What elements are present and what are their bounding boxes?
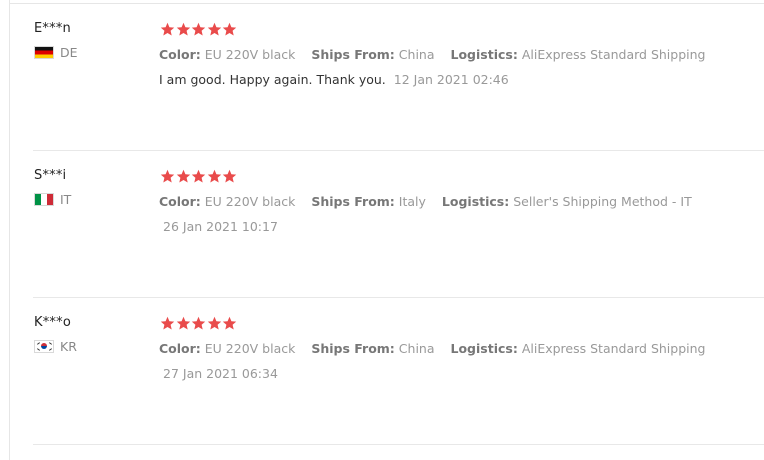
review-text: I am good. Happy again. Thank you. [159, 72, 386, 87]
color-value: EU 220V black [204, 341, 296, 356]
country-code: KR [60, 338, 77, 354]
star-icon [222, 169, 237, 184]
star-rating [160, 316, 238, 331]
review-content: 26 Jan 2021 10:17 [155, 219, 278, 234]
color-label: Color: [159, 341, 201, 356]
color-label: Color: [159, 194, 201, 209]
star-icon [207, 316, 222, 331]
reviewer-name: E***n [34, 21, 71, 36]
review-content: 27 Jan 2021 06:34 [155, 366, 278, 381]
ships-from-value: China [398, 47, 435, 62]
review-attributes: Color: EU 220V black Ships From: China L… [159, 341, 717, 356]
star-icon [176, 316, 191, 331]
country-code: IT [60, 191, 72, 207]
color-label: Color: [159, 47, 201, 62]
logistics-value: AliExpress Standard Shipping [521, 47, 706, 62]
logistics-label: Logistics: [441, 194, 510, 209]
reviewer-country: IT [34, 191, 72, 207]
review-date: 27 Jan 2021 06:34 [163, 366, 278, 381]
color-value: EU 220V black [204, 47, 296, 62]
logistics-value: Seller's Shipping Method - IT [513, 194, 692, 209]
star-icon [176, 22, 191, 37]
review-item: E***n DE Color: EU 220V black Ships From… [0, 4, 764, 151]
star-icon [207, 169, 222, 184]
color-value: EU 220V black [204, 194, 296, 209]
star-icon [191, 169, 206, 184]
review-content: I am good. Happy again. Thank you. 12 Jan… [159, 72, 509, 87]
star-rating [160, 169, 238, 184]
star-icon [160, 169, 175, 184]
reviewer-name: S***i [34, 168, 67, 183]
review-item: K***o KR Color: EU 220V black Ships From… [0, 298, 764, 445]
review-divider [33, 444, 764, 445]
flag-kr-icon [34, 339, 54, 353]
star-icon [222, 22, 237, 37]
star-icon [160, 316, 175, 331]
ships-from-label: Ships From: [311, 341, 395, 356]
flag-it-icon [34, 192, 54, 206]
ships-from-value: China [398, 341, 435, 356]
ships-from-label: Ships From: [311, 194, 395, 209]
country-code: DE [60, 44, 78, 60]
star-icon [160, 22, 175, 37]
reviewer-country: KR [34, 338, 77, 354]
reviewer-name: K***o [34, 315, 71, 330]
flag-de-icon [34, 45, 54, 59]
logistics-label: Logistics: [450, 47, 518, 62]
star-rating [160, 22, 238, 37]
star-icon [191, 22, 206, 37]
review-date: 26 Jan 2021 10:17 [163, 219, 278, 234]
star-icon [222, 316, 237, 331]
ships-from-value: Italy [398, 194, 426, 209]
star-icon [176, 169, 191, 184]
review-attributes: Color: EU 220V black Ships From: China L… [159, 47, 717, 62]
logistics-value: AliExpress Standard Shipping [521, 341, 706, 356]
review-item: S***i IT Color: EU 220V black Ships From… [0, 151, 764, 298]
reviewer-country: DE [34, 44, 78, 60]
star-icon [207, 22, 222, 37]
logistics-label: Logistics: [450, 341, 518, 356]
review-date: 12 Jan 2021 02:46 [393, 72, 509, 87]
star-icon [191, 316, 206, 331]
review-attributes: Color: EU 220V black Ships From: Italy L… [159, 194, 704, 209]
ships-from-label: Ships From: [311, 47, 395, 62]
